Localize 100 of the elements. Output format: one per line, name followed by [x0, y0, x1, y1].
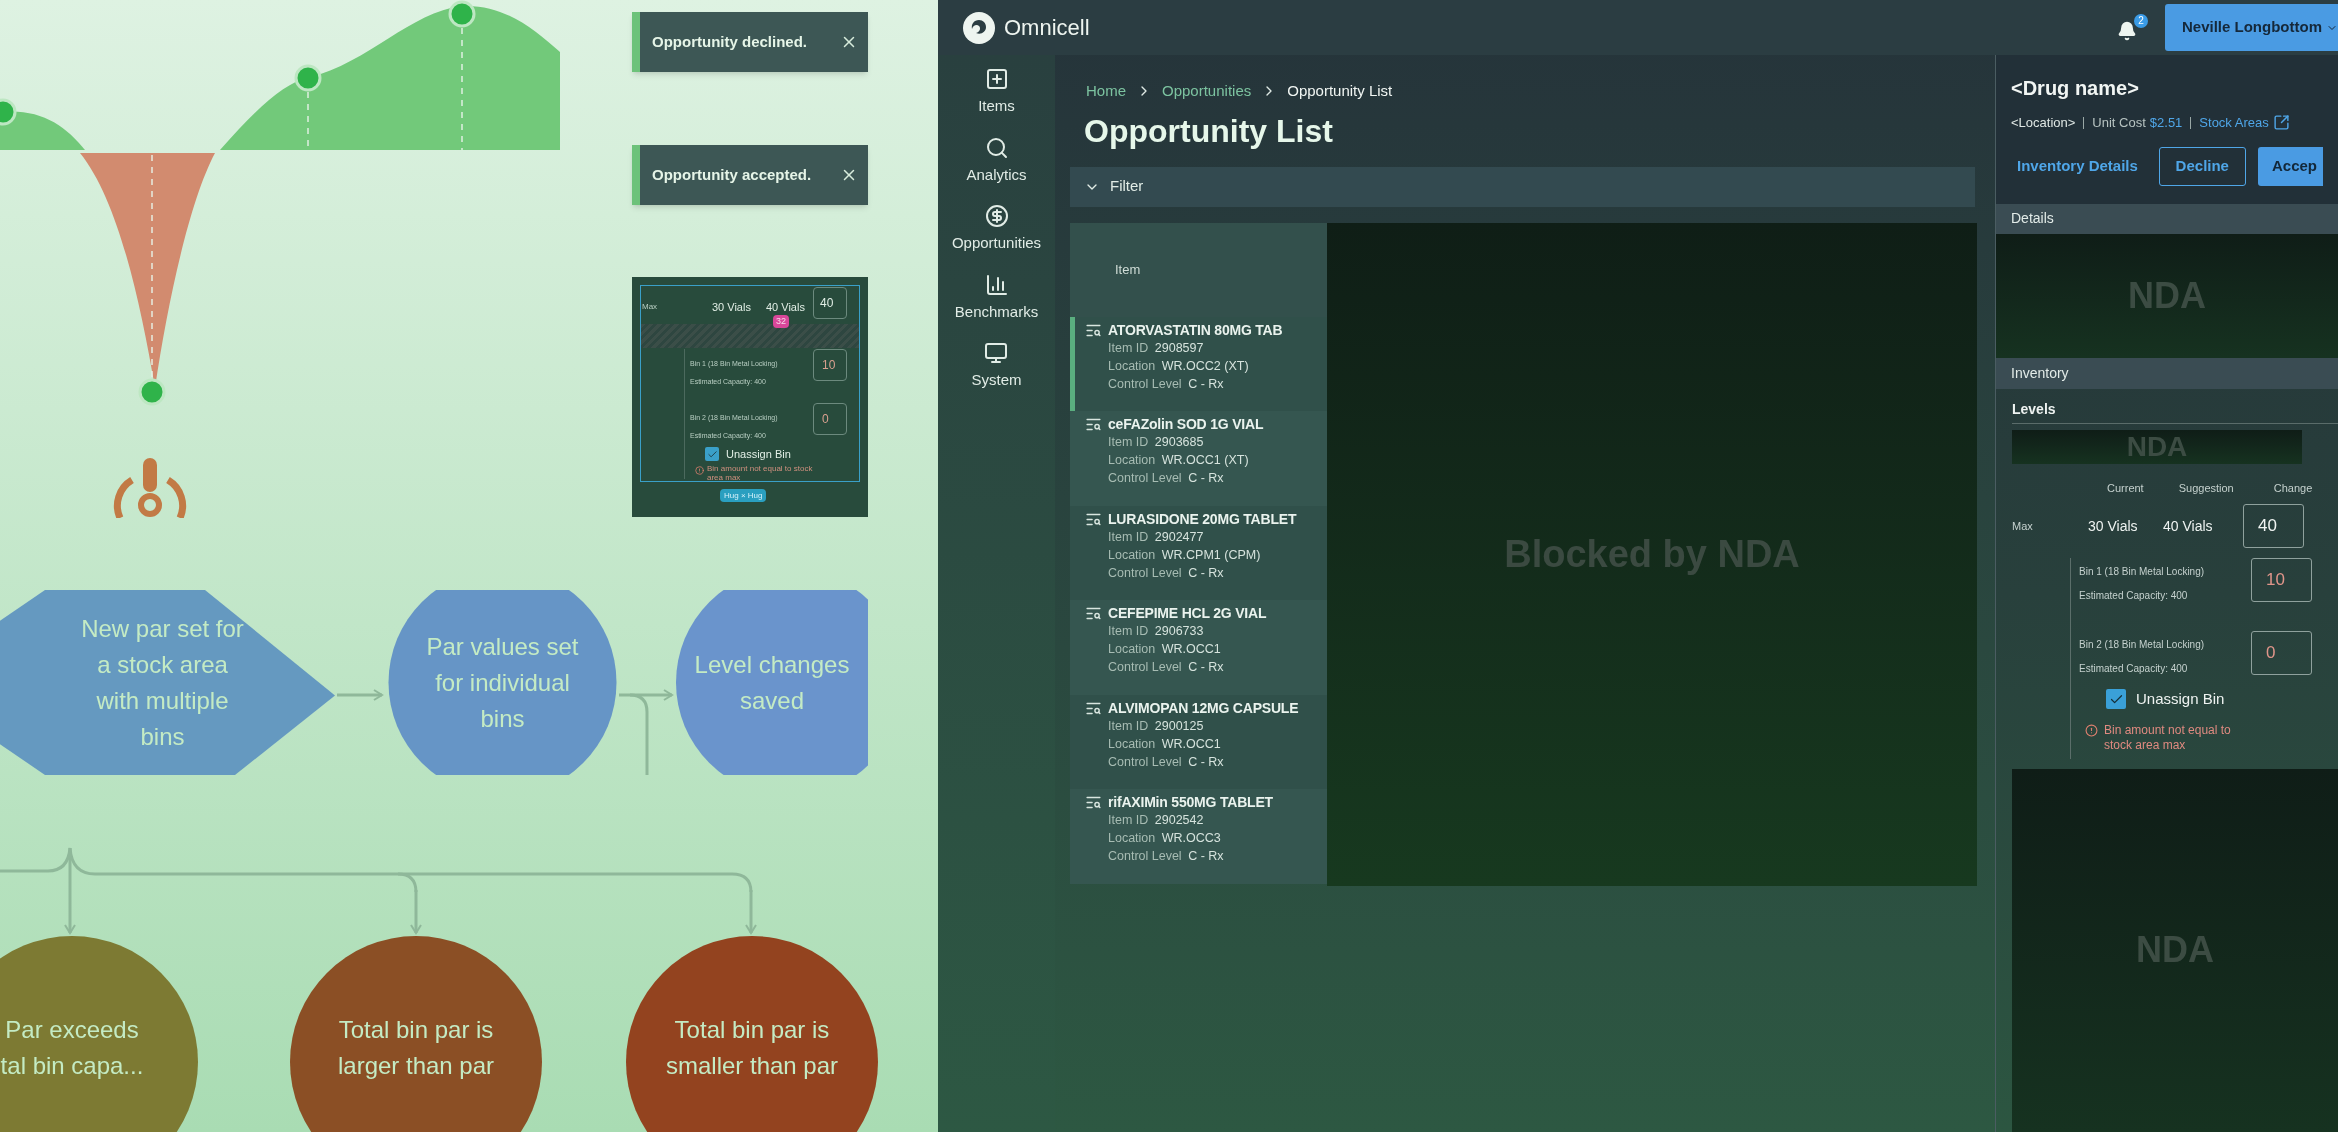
- table-row[interactable]: ALVIMOPAN 12MG CAPSULE Item ID 2900125 Location WR.OCC1 Control Level C - Rx: [1070, 694, 1327, 789]
- nav-item[interactable]: Items: [978, 67, 1015, 118]
- field-label: Location: [1108, 358, 1156, 373]
- unit-cost-label: Unit Cost: [2092, 114, 2146, 132]
- external-link-icon: [2272, 114, 2290, 132]
- field-label: Item ID: [1108, 340, 1149, 355]
- column-header: Suggestion: [2178, 480, 2234, 496]
- field-value: C - Rx: [1188, 565, 1224, 580]
- bin-input[interactable]: 10: [2251, 558, 2312, 602]
- flow-arrow: [410, 890, 422, 934]
- suggestion-value: 40 Vials: [766, 300, 805, 315]
- field-label: Control Level: [1108, 849, 1182, 863]
- table-row[interactable]: ATORVASTATIN 80MG TAB Item ID 2908597 Location WR.OCC2 (XT) Control Level C - Rx: [1070, 316, 1327, 411]
- spacing-badge: 32: [773, 315, 789, 328]
- field-value: WR.OCC2 (XT): [1161, 358, 1249, 373]
- current-value: 30 Vials: [2088, 516, 2139, 536]
- section-header: Details: [1996, 203, 2338, 234]
- field-label: Control Level: [1108, 660, 1182, 674]
- filter-bar[interactable]: Filter: [1070, 166, 1975, 207]
- list-search-icon: [1085, 416, 1102, 433]
- change-input[interactable]: 40: [813, 287, 847, 319]
- field-value: C - Rx: [1188, 849, 1224, 863]
- error-icon: [2085, 723, 2098, 737]
- bin-label: Bin 2 (18 Bin Metal Locking): [2079, 638, 2206, 652]
- list-search-icon: [1085, 794, 1102, 811]
- bar-chart-icon: [984, 272, 1009, 297]
- node-label: Par values set for individual bins: [425, 631, 580, 734]
- checkbox[interactable]: [705, 447, 719, 461]
- checkbox-label: Unassign Bin: [2136, 689, 2225, 709]
- breadcrumb-link[interactable]: Opportunity List: [1287, 80, 1393, 103]
- max-label: Max: [642, 301, 658, 313]
- list-search-icon: [1085, 605, 1102, 622]
- table-row[interactable]: ceFAZolin SOD 1G VIAL Item ID 2903685 Location WR.OCC1 (XT) Control Level C - Rx: [1070, 411, 1327, 506]
- data-point: [448, 0, 476, 28]
- bin-input[interactable]: 0: [2251, 631, 2312, 675]
- alert-signal-icon: [112, 458, 188, 518]
- field-value: C - Rx: [1188, 471, 1224, 485]
- item-name: ATORVASTATIN 80MG TAB: [1108, 320, 1283, 339]
- section-header: Inventory: [1996, 357, 2338, 389]
- item-name: ceFAZolin SOD 1G VIAL: [1108, 415, 1264, 433]
- monitor-icon: [984, 341, 1009, 365]
- column-header: Change: [2273, 480, 2313, 496]
- decline-button[interactable]: Decline: [2158, 146, 2246, 186]
- logo-text: Omnicell: [1004, 14, 1090, 42]
- nav-item[interactable]: Analytics: [966, 135, 1027, 186]
- field-value: WR.OCC1 (XT): [1161, 453, 1249, 467]
- field-label: Item ID: [1108, 718, 1149, 733]
- size-tag: Hug × Hug: [720, 489, 767, 502]
- bin-input[interactable]: 10: [813, 349, 847, 381]
- field-label: Control Level: [1108, 471, 1182, 485]
- field-label: Location: [1108, 547, 1156, 562]
- bin-capacity: Estimated Capacity: 400: [2079, 589, 2189, 603]
- field-value: C - Rx: [1188, 660, 1224, 674]
- magnifier-icon: [984, 135, 1009, 160]
- nav-item[interactable]: Opportunities: [951, 204, 1042, 255]
- field-value: C - Rx: [1188, 376, 1224, 391]
- bin-label: Bin 1 (18 Bin Metal Locking): [2079, 565, 2206, 579]
- nav-item[interactable]: System: [971, 341, 1022, 392]
- nav-item[interactable]: Benchmarks: [954, 272, 1039, 323]
- current-value: 30 Vials: [712, 300, 751, 315]
- field-value: 2900125: [1154, 718, 1204, 733]
- toast-message: Opportunity accepted.: [652, 164, 812, 185]
- page-title: Opportunity List: [1083, 111, 1334, 151]
- field-value: 2902542: [1154, 813, 1204, 827]
- item-name: CEFEPIME HCL 2G VIAL: [1108, 604, 1267, 622]
- item-name: ALVIMOPAN 12MG CAPSULE: [1108, 698, 1299, 717]
- field-label: Item ID: [1108, 813, 1149, 827]
- error-message: Bin amount not equal to stock area max: [2104, 722, 2232, 753]
- change-input[interactable]: 40: [2243, 504, 2304, 548]
- levels-heading: Levels: [2012, 398, 2338, 424]
- max-label: Max: [2012, 518, 2034, 534]
- breadcrumb-link[interactable]: Opportunities: [1162, 80, 1252, 103]
- item-name: rifAXIMin 550MG TABLET: [1108, 793, 1273, 811]
- field-label: Item ID: [1108, 435, 1149, 449]
- node-label: New par set for a stock area with multiple bins: [80, 613, 245, 752]
- bin-input[interactable]: 0: [813, 403, 847, 435]
- error-message: Bin amount not equal to stock area max: [707, 464, 814, 482]
- suggestion-value: 40 Vials: [2163, 516, 2214, 536]
- field-value: 2903685: [1154, 435, 1204, 449]
- field-label: Location: [1108, 736, 1156, 751]
- toast-message: Opportunity declined.: [652, 31, 807, 52]
- checkbox-label: Unassign Bin: [726, 447, 791, 462]
- unit-cost-value: $2.51: [2149, 114, 2183, 132]
- field-label: Location: [1108, 453, 1156, 467]
- user-menu-button[interactable]: Neville Longbottom: [2165, 4, 2338, 51]
- logo-icon: [962, 10, 996, 45]
- breadcrumb-link[interactable]: Home: [1086, 80, 1126, 103]
- field-label: Location: [1108, 831, 1156, 845]
- flow-arrow: [619, 689, 673, 701]
- field-label: Item ID: [1108, 624, 1149, 638]
- stock-areas-link[interactable]: Stock Areas: [2199, 113, 2290, 133]
- checkbox[interactable]: [2106, 689, 2126, 710]
- inventory-details-button[interactable]: Inventory Details: [2011, 154, 2151, 178]
- table-row[interactable]: CEFEPIME HCL 2G VIAL Item ID 2906733 Location WR.OCC1 Control Level C - Rx: [1070, 600, 1327, 695]
- plus-square-icon: [984, 67, 1009, 91]
- table-row[interactable]: rifAXIMin 550MG TABLET Item ID 2902542 Location WR.OCC3 Control Level C - Rx: [1070, 789, 1327, 884]
- bell-icon: [2117, 20, 2137, 41]
- accept-button[interactable]: Accep: [2257, 146, 2323, 186]
- table-row[interactable]: LURASIDONE 20MG TABLET Item ID 2902477 Location WR.CPM1 (CPM) Control Level C - Rx: [1070, 505, 1327, 600]
- error-icon: [695, 466, 704, 475]
